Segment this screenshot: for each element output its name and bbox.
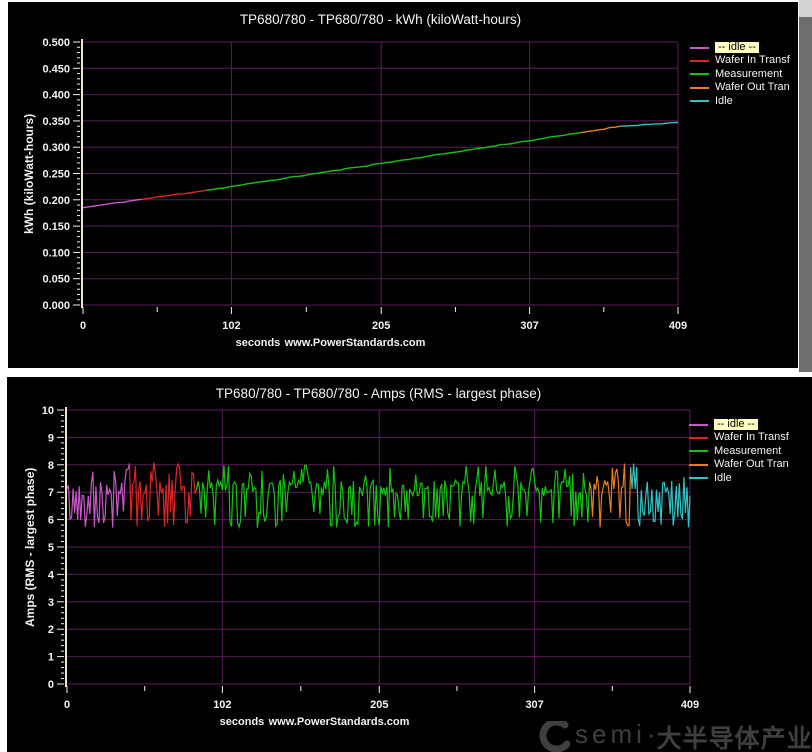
y-tick-label: 10 — [42, 405, 54, 417]
x-tick-label: 409 — [681, 699, 699, 711]
legend-label: Wafer In Transf — [714, 432, 789, 443]
legend-label: Measurement — [714, 446, 781, 457]
legend-swatch — [690, 47, 709, 49]
powerstandards-url-label: www.PowerStandards.com — [284, 337, 426, 349]
y-tick-label: 0.350 — [42, 116, 70, 128]
legend-label: Wafer Out Tran — [715, 82, 790, 93]
series-line — [130, 462, 199, 527]
x-tick-label: 205 — [370, 699, 388, 711]
legend-item[interactable]: Wafer Out Tran — [689, 459, 789, 470]
x-tick-label: 409 — [669, 320, 687, 332]
legend-label: Wafer In Transf — [715, 55, 790, 66]
kwh-y-axis-label: kWh (kiloWatt-hours) — [22, 42, 36, 305]
kwh-chart-title: TP680/780 - TP680/780 - kWh (kiloWatt-ho… — [83, 12, 678, 27]
x-tick-label: 102 — [222, 320, 240, 332]
y-tick-label: 0.250 — [42, 169, 70, 181]
legend-swatch — [689, 424, 708, 426]
y-tick-label: 0.150 — [42, 221, 70, 233]
legend-item[interactable]: Measurement — [689, 446, 789, 457]
amps-chart-panel: 0 1 2 3 4 5 6 7 8 9 10 0 102 205 307 409 secondswww.Powe… — [7, 377, 812, 752]
y-tick-label: 3 — [48, 597, 54, 609]
kwh-chart-panel: 0.000 0.050 0.100 0.150 0.200 0.250 0.300 0.350… — [8, 2, 798, 368]
watermark-separator: · — [647, 719, 656, 750]
legend-swatch — [689, 450, 708, 452]
amps-y-axis-label: Amps (RMS - largest phase) — [23, 410, 37, 684]
series-line — [631, 464, 690, 528]
y-tick-label: 0.000 — [42, 300, 70, 312]
legend-swatch — [689, 477, 708, 479]
application-window: 0.000 0.050 0.100 0.150 0.200 0.250 0.300 0.350… — [0, 0, 812, 752]
legend-swatch — [690, 87, 709, 89]
legend-item[interactable]: Idle — [689, 473, 789, 484]
swoosh-logo-icon — [534, 721, 570, 752]
legend-swatch — [690, 60, 709, 62]
legend-item[interactable]: Wafer Out Tran — [690, 82, 790, 93]
x-tick-label: 0 — [64, 699, 70, 711]
series-line — [197, 465, 592, 528]
series-line — [621, 123, 679, 127]
x-tick-label: 307 — [520, 320, 538, 332]
site-watermark: semi · 大半导体产业网 — [534, 719, 812, 752]
amps-legend: -- idle -- Wafer In Transf Measurement Wafe… — [689, 419, 789, 486]
legend-label: Measurement — [715, 69, 782, 80]
legend-label: Idle — [714, 473, 732, 484]
legend-label: -- idle -- — [714, 419, 758, 430]
x-tick-label: 102 — [213, 699, 231, 711]
y-tick-label: 0.400 — [42, 90, 70, 102]
series-line — [207, 133, 582, 191]
x-axis-label: seconds — [236, 337, 281, 349]
legend-item[interactable]: -- idle -- — [690, 42, 790, 53]
legend-swatch — [690, 73, 709, 75]
y-tick-label: 0 — [48, 679, 54, 691]
series-line — [67, 463, 130, 527]
y-tick-label: 0.300 — [42, 142, 70, 154]
legend-label: Idle — [715, 96, 733, 107]
powerstandards-url-label: www.PowerStandards.com — [268, 716, 410, 728]
legend-item[interactable]: Idle — [690, 96, 790, 107]
watermark-text: 大半导体产业网 — [657, 719, 812, 752]
legend-swatch — [689, 437, 708, 439]
legend-swatch — [690, 100, 709, 102]
series-line — [83, 199, 142, 207]
y-tick-label: 9 — [48, 432, 54, 444]
x-tick-label: 205 — [372, 320, 390, 332]
series-line — [590, 464, 631, 528]
legend-swatch — [689, 464, 708, 466]
y-tick-label: 4 — [48, 569, 55, 581]
legend-label: Wafer Out Tran — [714, 459, 789, 470]
y-tick-label: 0.450 — [42, 63, 70, 75]
legend-item[interactable]: Wafer In Transf — [689, 432, 789, 443]
legend-item[interactable]: Wafer In Transf — [690, 55, 790, 66]
y-tick-label: 6 — [48, 515, 54, 527]
y-tick-label: 1 — [48, 652, 54, 664]
series-line — [582, 126, 621, 132]
legend-item[interactable]: -- idle -- — [689, 419, 789, 430]
series-line — [142, 190, 207, 199]
scrollbar-up-button[interactable] — [799, 0, 812, 17]
kwh-legend: -- idle -- Wafer In Transf Measurement Wafe… — [690, 42, 790, 109]
kwh-plot[interactable]: 0.000 0.050 0.100 0.150 0.200 0.250 0.300 0.350… — [8, 2, 798, 368]
y-tick-label: 0.100 — [42, 247, 70, 259]
y-tick-label: 7 — [48, 487, 54, 499]
amps-chart-title: TP680/780 - TP680/780 - Amps (RMS - larg… — [67, 386, 690, 401]
y-tick-label: 5 — [48, 542, 54, 554]
x-axis-label: seconds — [220, 716, 265, 728]
y-tick-label: 8 — [48, 460, 54, 472]
vertical-scrollbar[interactable] — [799, 0, 812, 372]
watermark-brand: semi — [575, 719, 646, 750]
x-tick-label: 0 — [80, 320, 86, 332]
legend-label: -- idle -- — [715, 42, 759, 53]
legend-item[interactable]: Measurement — [690, 69, 790, 80]
y-tick-label: 0.050 — [42, 274, 70, 286]
x-tick-label: 307 — [525, 699, 543, 711]
y-tick-label: 0.500 — [42, 37, 70, 49]
y-tick-label: 2 — [48, 624, 54, 636]
y-tick-label: 0.200 — [42, 195, 70, 207]
